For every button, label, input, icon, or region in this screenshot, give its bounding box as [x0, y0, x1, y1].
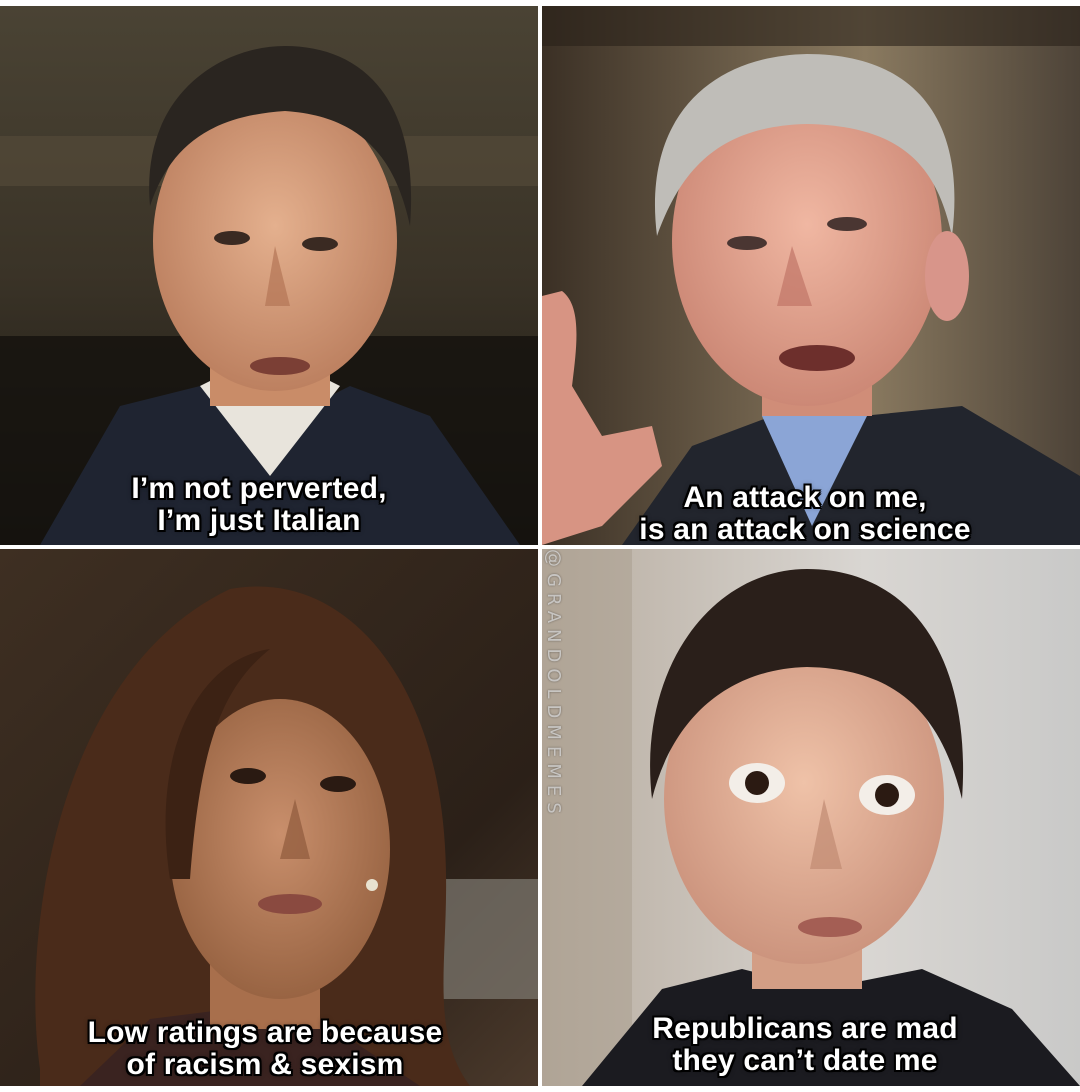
panel-bottom-left: Low ratings are because of racism & sexi… [0, 549, 538, 1086]
watermark: @GRANDOLDMEMES [543, 549, 564, 820]
portrait-scene [0, 549, 538, 1086]
portrait-scene [0, 6, 538, 545]
caption-line-1: I’m not perverted, [131, 472, 387, 505]
portrait-scene [542, 549, 1080, 1086]
panel-top-left: I’m not perverted, I’m just Italian [0, 6, 538, 545]
caption-line-2: is an attack on science [639, 513, 971, 546]
meme-grid: I’m not perverted, I’m just Italian An a… [0, 6, 1080, 1086]
caption-line-2: they can’t date me [672, 1044, 938, 1077]
portrait-scene [542, 6, 1080, 545]
panel-bottom-right: Republicans are mad they can’t date me [542, 549, 1080, 1086]
caption-line-2: of racism & sexism [126, 1048, 404, 1081]
caption: An attack on me, is an attack on science [542, 481, 1080, 546]
caption-line-1: Republicans are mad [652, 1012, 958, 1045]
caption: Low ratings are because of racism & sexi… [0, 1017, 538, 1081]
caption-line-1: Low ratings are because [87, 1016, 443, 1049]
caption: I’m not perverted, I’m just Italian [0, 473, 538, 537]
caption-line-2: I’m just Italian [157, 504, 361, 537]
caption-line-1: An attack on me, [683, 481, 927, 514]
panel-top-right: An attack on me, is an attack on science [542, 6, 1080, 545]
caption: Republicans are mad they can’t date me [542, 1013, 1080, 1077]
